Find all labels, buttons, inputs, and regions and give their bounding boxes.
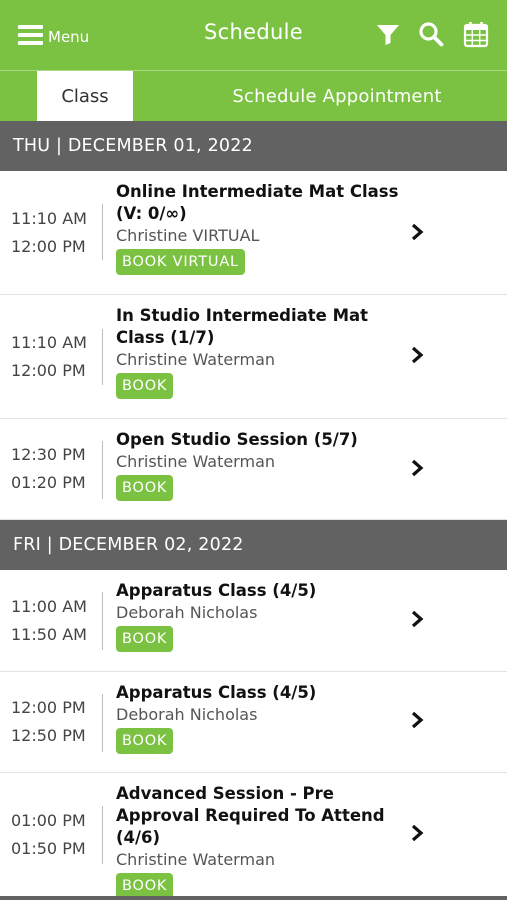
class-row[interactable]: 01:00 PM 01:50 PM Advanced Session - Pre… bbox=[0, 773, 507, 899]
chevron-right-icon[interactable] bbox=[408, 345, 426, 365]
class-row[interactable]: 11:10 AM 12:00 PM In Studio Intermediate… bbox=[0, 295, 507, 419]
class-title: In Studio Intermediate Mat Class (1/7) bbox=[116, 306, 369, 347]
chevron-right-icon[interactable] bbox=[408, 458, 426, 478]
day-header: FRI | DECEMBER 02, 2022 bbox=[0, 520, 507, 570]
end-time: 12:50 PM bbox=[11, 726, 86, 745]
end-time: 12:00 PM bbox=[11, 236, 86, 256]
chevron-right-icon[interactable] bbox=[408, 609, 426, 629]
start-time: 11:00 AM bbox=[11, 596, 87, 616]
class-times: 11:10 AM 12:00 PM bbox=[11, 295, 101, 418]
class-info: Advanced Session - Pre Approval Required… bbox=[116, 783, 416, 899]
divider bbox=[102, 592, 103, 650]
class-instructor: Deborah Nicholas bbox=[116, 705, 258, 724]
end-time: 11:50 AM bbox=[11, 624, 87, 644]
class-times: 12:00 PM 12:50 PM bbox=[11, 672, 101, 772]
book-button[interactable]: BOOK bbox=[116, 728, 174, 754]
divider bbox=[102, 329, 103, 385]
class-row[interactable]: 11:00 AM 11:50 AM Apparatus Class (4/5) … bbox=[0, 570, 507, 672]
menu-label: Menu bbox=[48, 27, 90, 46]
book-button[interactable]: BOOK bbox=[116, 475, 174, 501]
class-info: Open Studio Session (5/7) Christine Wate… bbox=[116, 429, 416, 501]
app-header: Menu Schedule bbox=[0, 0, 507, 70]
menu-icon bbox=[18, 25, 43, 45]
start-time: 12:00 PM bbox=[11, 698, 86, 717]
class-times: 11:00 AM 11:50 AM bbox=[11, 570, 101, 671]
filter-icon[interactable] bbox=[374, 20, 402, 48]
class-info: Apparatus Class (4/5) Deborah Nicholas B… bbox=[116, 682, 416, 754]
class-instructor: Christine Waterman bbox=[116, 850, 276, 869]
end-time: 01:50 PM bbox=[11, 838, 86, 858]
divider bbox=[102, 694, 103, 752]
chevron-right-icon[interactable] bbox=[408, 222, 426, 242]
class-row[interactable]: 11:10 AM 12:00 PM Online Intermediate Ma… bbox=[0, 171, 507, 295]
class-instructor: Deborah Nicholas bbox=[116, 603, 258, 622]
chevron-right-icon[interactable] bbox=[408, 823, 426, 843]
class-title: Apparatus Class (4/5) bbox=[116, 683, 317, 702]
tab-bar: Class Schedule Appointment bbox=[0, 70, 507, 122]
class-info: Online Intermediate Mat Class (V: 0/∞) C… bbox=[116, 181, 416, 275]
tab-schedule-appointment[interactable]: Schedule Appointment bbox=[168, 71, 506, 122]
day-header: THU | DECEMBER 01, 2022 bbox=[0, 121, 507, 171]
menu-button[interactable]: Menu bbox=[18, 20, 89, 50]
book-button[interactable]: BOOK bbox=[116, 626, 174, 652]
divider bbox=[102, 204, 103, 260]
class-title: Open Studio Session (5/7) bbox=[116, 430, 358, 449]
book-button[interactable]: BOOK bbox=[116, 373, 174, 399]
class-row[interactable]: 12:30 PM 01:20 PM Open Studio Session (5… bbox=[0, 419, 507, 520]
end-time: 12:00 PM bbox=[11, 360, 86, 380]
start-time: 11:10 AM bbox=[11, 332, 87, 352]
class-times: 12:30 PM 01:20 PM bbox=[11, 419, 101, 519]
start-time: 11:10 AM bbox=[11, 208, 87, 228]
start-time: 12:30 PM bbox=[11, 445, 86, 464]
search-icon[interactable] bbox=[417, 20, 445, 48]
class-row[interactable]: 12:00 PM 12:50 PM Apparatus Class (4/5) … bbox=[0, 672, 507, 773]
divider bbox=[102, 441, 103, 499]
chevron-right-icon[interactable] bbox=[408, 710, 426, 730]
class-title: Apparatus Class (4/5) bbox=[116, 581, 317, 600]
divider bbox=[102, 806, 103, 864]
class-instructor: Christine Waterman bbox=[116, 452, 276, 471]
class-times: 01:00 PM 01:50 PM bbox=[11, 773, 101, 896]
tab-class[interactable]: Class bbox=[37, 71, 133, 122]
start-time: 01:00 PM bbox=[11, 810, 86, 830]
class-info: In Studio Intermediate Mat Class (1/7) C… bbox=[116, 305, 416, 399]
next-day-header-edge bbox=[0, 896, 507, 900]
class-title: Online Intermediate Mat Class (V: 0/∞) bbox=[116, 182, 399, 223]
class-times: 11:10 AM 12:00 PM bbox=[11, 171, 101, 294]
class-instructor: Christine VIRTUAL bbox=[116, 226, 260, 245]
end-time: 01:20 PM bbox=[11, 473, 86, 492]
calendar-icon[interactable] bbox=[462, 20, 490, 48]
class-title: Advanced Session - Pre Approval Required… bbox=[116, 784, 385, 847]
class-instructor: Christine Waterman bbox=[116, 350, 276, 369]
book-virtual-button[interactable]: BOOK VIRTUAL bbox=[116, 249, 245, 275]
class-info: Apparatus Class (4/5) Deborah Nicholas B… bbox=[116, 580, 416, 652]
